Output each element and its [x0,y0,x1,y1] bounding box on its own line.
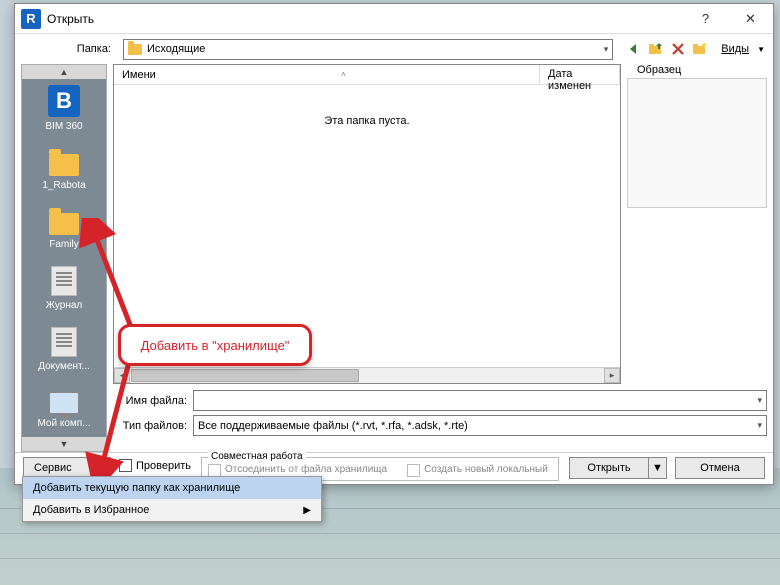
folder-label: Папка: [23,43,117,55]
menu-add-favorites[interactable]: Добавить в Избранное ▶ [23,499,321,521]
new-local-option: Создать новый локальный [407,464,548,477]
views-dropdown-icon[interactable]: ▼ [757,45,765,54]
sort-indicator-icon: ˄ [341,70,346,79]
folder-icon [128,44,142,55]
scrollbar-thumb[interactable] [131,369,359,382]
computer-icon [49,392,79,414]
chevron-down-icon: ▾ [604,44,609,55]
places-scroll-up[interactable]: ▲ [22,65,106,79]
close-button[interactable]: ✕ [728,4,773,34]
preview-label: Образец [627,64,767,76]
delete-icon[interactable] [669,40,687,58]
preview-pane: Образец [627,64,767,384]
filename-input[interactable]: ▾ [193,390,767,411]
bim360-icon: B [48,85,80,117]
submenu-arrow-icon: ▶ [303,505,311,516]
open-dropdown-button[interactable]: ▼ [649,457,667,479]
folder-toolbar [625,40,709,58]
folder-icon [49,213,79,235]
place-rabota[interactable]: 1_Rabota [22,142,106,201]
folder-row: Папка: Исходящие ▾ Виды ▼ [15,34,773,64]
preview-box [627,78,767,208]
documents-icon [51,327,77,357]
checkbox [407,464,420,477]
folder-combo[interactable]: Исходящие ▾ [123,39,613,60]
file-list-header: Имени ˄ Дата изменен [114,65,620,85]
up-folder-icon[interactable] [647,40,665,58]
titlebar: R Открыть ? ✕ [15,4,773,34]
horizontal-scrollbar[interactable]: ◂ ▸ [114,367,620,383]
empty-folder-message: Эта папка пуста. [114,115,620,127]
column-date[interactable]: Дата изменен [540,65,620,84]
app-icon: R [21,9,41,29]
open-button-group: Открыть ▼ [569,457,667,479]
collab-legend: Совместная работа [208,451,306,462]
place-bim360[interactable]: B BIM 360 [22,79,106,142]
journal-icon [51,266,77,296]
cancel-button[interactable]: Отмена [675,457,765,479]
annotation-callout: Добавить в "хранилище" [118,324,312,366]
help-button[interactable]: ? [683,4,728,34]
menu-add-current-storage[interactable]: Добавить текущую папку как хранилище [23,477,321,499]
back-icon[interactable] [625,40,643,58]
dialog-title: Открыть [47,12,683,26]
filetype-combo[interactable]: Все поддерживаемые файлы (*.rvt, *.rfa, … [193,415,767,436]
scroll-right-icon[interactable]: ▸ [604,368,620,383]
chevron-down-icon: ▾ [757,395,762,406]
folder-value: Исходящие [147,43,205,55]
tools-menu: Добавить текущую папку как хранилище Доб… [22,476,322,522]
open-button[interactable]: Открыть [569,457,649,479]
views-link[interactable]: Виды [721,43,749,55]
folder-icon [49,154,79,176]
new-folder-icon[interactable] [691,40,709,58]
chevron-down-icon: ▾ [757,420,762,431]
column-name[interactable]: Имени ˄ [114,65,540,84]
